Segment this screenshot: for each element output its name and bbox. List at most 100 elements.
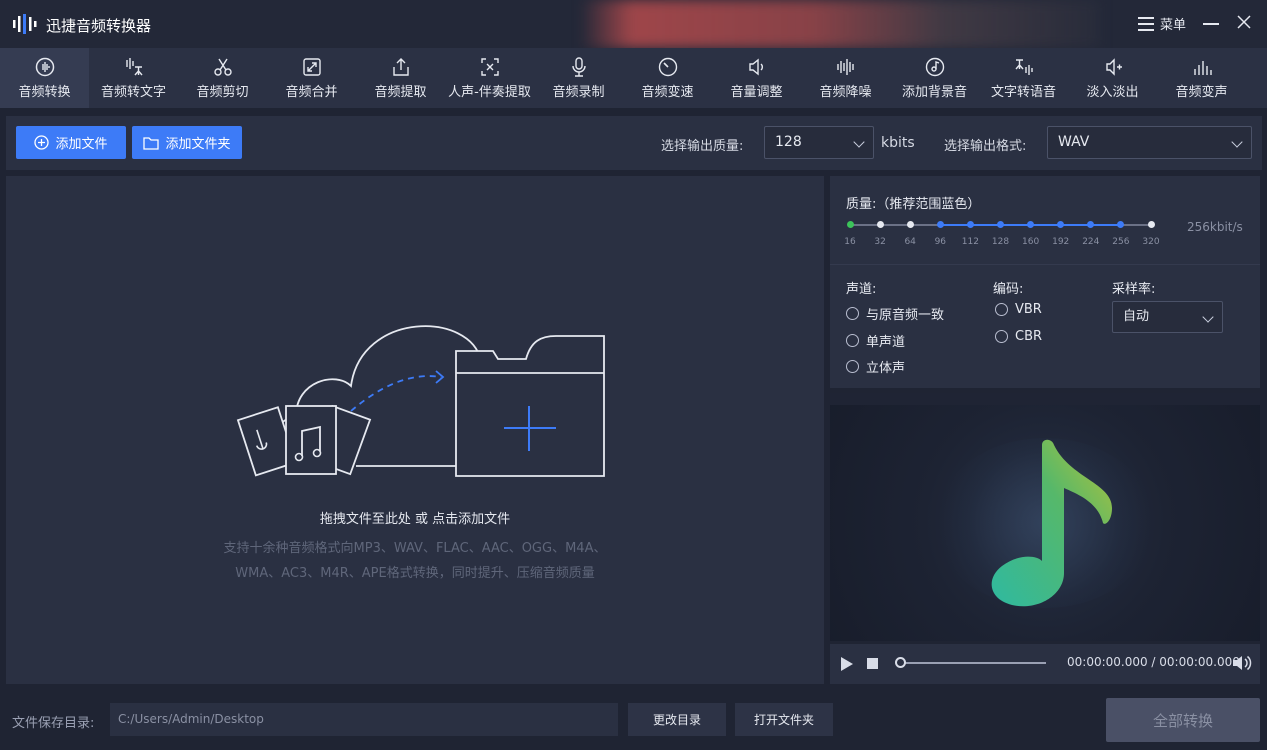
channel-option-mono[interactable]: 单声道: [846, 331, 905, 350]
tool-volume-adjust[interactable]: 音量调整: [712, 48, 801, 108]
radio-circle-icon: [995, 330, 1008, 343]
chevron-down-icon: [853, 136, 865, 148]
encode-option-vbr[interactable]: VBR: [995, 302, 1042, 317]
app-title: 迅捷音频转换器: [46, 17, 152, 35]
tool-speech-to-text[interactable]: 音频转文字: [89, 48, 178, 108]
output-format-select[interactable]: WAV: [1047, 126, 1252, 159]
encode-label: 编码:: [993, 282, 1024, 297]
quality-tick-dot[interactable]: [1057, 221, 1065, 228]
quality-current-value: 256kbit/s: [1187, 220, 1243, 234]
quality-tick-dot[interactable]: [1087, 221, 1095, 228]
tool-audio-extract[interactable]: 音频提取: [356, 48, 445, 108]
quality-tick-dot[interactable]: [966, 221, 974, 228]
tool-label: 音频降噪: [819, 84, 872, 100]
settings-panel: 质量:（推荐范围蓝色） 16 32 64 96 112 128 160 192 224 256 32…: [830, 176, 1260, 388]
hamburger-icon: [1138, 16, 1154, 31]
radio-circle-icon: [995, 303, 1008, 316]
quality-tick-label: 224: [1082, 237, 1100, 247]
quality-tick-label: 160: [1022, 237, 1040, 247]
radio-label: VBR: [1015, 302, 1042, 317]
quality-tick-dot[interactable]: [936, 221, 944, 228]
quality-tick-label: 16: [844, 237, 856, 247]
tool-add-background-music[interactable]: 添加背景音: [890, 48, 979, 108]
channel-option-original[interactable]: 与原音频一致: [846, 304, 944, 323]
drop-illustration: [236, 325, 605, 477]
tool-voice-change[interactable]: 音频变声: [1157, 48, 1246, 108]
tool-label: 音频提取: [374, 84, 427, 100]
quality-tick-dot[interactable]: [997, 221, 1004, 228]
timecode: 00:00:00.000 / 00:00:00.000: [1067, 655, 1240, 669]
tool-label: 音频转换: [18, 84, 71, 100]
change-dir-button[interactable]: 更改目录: [628, 703, 726, 736]
quality-tick-label: 128: [991, 237, 1010, 247]
menu-button[interactable]: 菜单: [1138, 14, 1186, 33]
quality-tick-dot[interactable]: [846, 221, 854, 228]
encode-option-cbr[interactable]: CBR: [995, 329, 1042, 344]
audio-preview: [830, 393, 1260, 641]
quality-tick-dot[interactable]: [876, 221, 884, 228]
quality-tick-dot[interactable]: [906, 221, 914, 228]
tool-audio-record[interactable]: 音频录制: [534, 48, 623, 108]
add-file-button[interactable]: 添加文件: [16, 126, 126, 159]
sample-rate-select[interactable]: 自动: [1112, 301, 1223, 333]
tool-fade-in-out[interactable]: 淡入淡出: [1068, 48, 1157, 108]
tool-audio-merge[interactable]: 音频合并: [267, 48, 356, 108]
convert-all-button[interactable]: 全部转换: [1106, 698, 1260, 742]
tool-audio-convert[interactable]: 音频转换: [0, 48, 89, 108]
tool-vocal-extract[interactable]: 人声-伴奏提取: [445, 48, 534, 108]
quality-tick-dot[interactable]: [1027, 221, 1035, 228]
channel-label: 声道:: [846, 282, 877, 297]
bottom-bar: 文件保存目录: C:/Users/Admin/Desktop 更改目录 打开文件…: [0, 690, 1267, 750]
save-dir-input[interactable]: C:/Users/Admin/Desktop: [110, 703, 618, 736]
tool-text-to-speech[interactable]: 文字转语音: [979, 48, 1068, 108]
quality-tick-label: 32: [874, 237, 886, 247]
quality-unit: kbits: [881, 135, 915, 151]
quality-tick-label: 256: [1112, 237, 1130, 247]
quality-tick-label: 192: [1052, 237, 1070, 247]
divider: [830, 264, 1260, 265]
denoise-icon: [836, 58, 854, 75]
volume-icon: [748, 58, 763, 75]
save-dir-label: 文件保存目录:: [12, 716, 95, 731]
supported-formats-text: 支持十余种音频格式向MP3、WAV、FLAC、AAC、OGG、M4A、 WMA、…: [206, 536, 624, 586]
radio-circle-icon: [846, 307, 859, 320]
tool-label: 音量调整: [730, 84, 783, 100]
feature-toolbar: 音频转换 音频转文字 音频剪切 音频合并 音频提取 人声-伴奏提取 音频录制 音…: [0, 48, 1267, 108]
chevron-down-icon: [1231, 136, 1243, 148]
app-logo-icon: [13, 14, 37, 34]
voice-change-icon: [1193, 60, 1212, 75]
file-drop-area[interactable]: 拖拽文件至此处 或 点击添加文件 支持十余种音频格式向MP3、WAV、FLAC、…: [6, 176, 824, 684]
merge-icon: [302, 57, 321, 76]
quality-tick-dot[interactable]: [1147, 221, 1155, 228]
tool-label: 文字转语音: [990, 84, 1056, 100]
quality-tick-label: 96: [934, 237, 947, 247]
radio-circle-icon: [846, 334, 859, 347]
channel-option-stereo[interactable]: 立体声: [846, 357, 905, 376]
open-folder-button[interactable]: 打开文件夹: [735, 703, 833, 736]
tool-audio-cut[interactable]: 音频剪切: [178, 48, 267, 108]
quality-tick-dot[interactable]: [1117, 221, 1125, 228]
sample-rate-label: 采样率:: [1112, 282, 1156, 297]
tool-label: 音频合并: [285, 84, 338, 100]
seek-knob[interactable]: [895, 657, 906, 668]
tool-label: 音频转文字: [100, 84, 166, 100]
sample-rate-value: 自动: [1123, 309, 1150, 324]
title-bar: 迅捷音频转换器 菜单: [0, 0, 1267, 48]
tool-label: 人声-伴奏提取: [448, 84, 531, 100]
microphone-icon: [571, 56, 586, 77]
output-format-label: 选择输出格式:: [944, 139, 1027, 154]
add-folder-button[interactable]: 添加文件夹: [132, 126, 242, 159]
action-row: 添加文件 添加文件夹 选择输出质量: 128 kbits 选择输出格式: WAV: [6, 116, 1262, 170]
tool-audio-denoise[interactable]: 音频降噪: [801, 48, 890, 108]
tool-audio-speed[interactable]: 音频变速: [623, 48, 712, 108]
minimize-button[interactable]: [1203, 23, 1219, 25]
output-quality-select[interactable]: 128: [764, 126, 874, 159]
close-icon[interactable]: [1236, 14, 1252, 30]
play-icon[interactable]: [841, 657, 853, 671]
quality-title: 质量:（推荐范围蓝色）: [846, 197, 981, 212]
volume-icon[interactable]: [1232, 654, 1252, 672]
seek-bar[interactable]: [900, 662, 1046, 664]
stop-icon[interactable]: [867, 658, 878, 669]
extract-icon: [392, 57, 409, 76]
text-to-speech-icon: [1014, 58, 1033, 75]
